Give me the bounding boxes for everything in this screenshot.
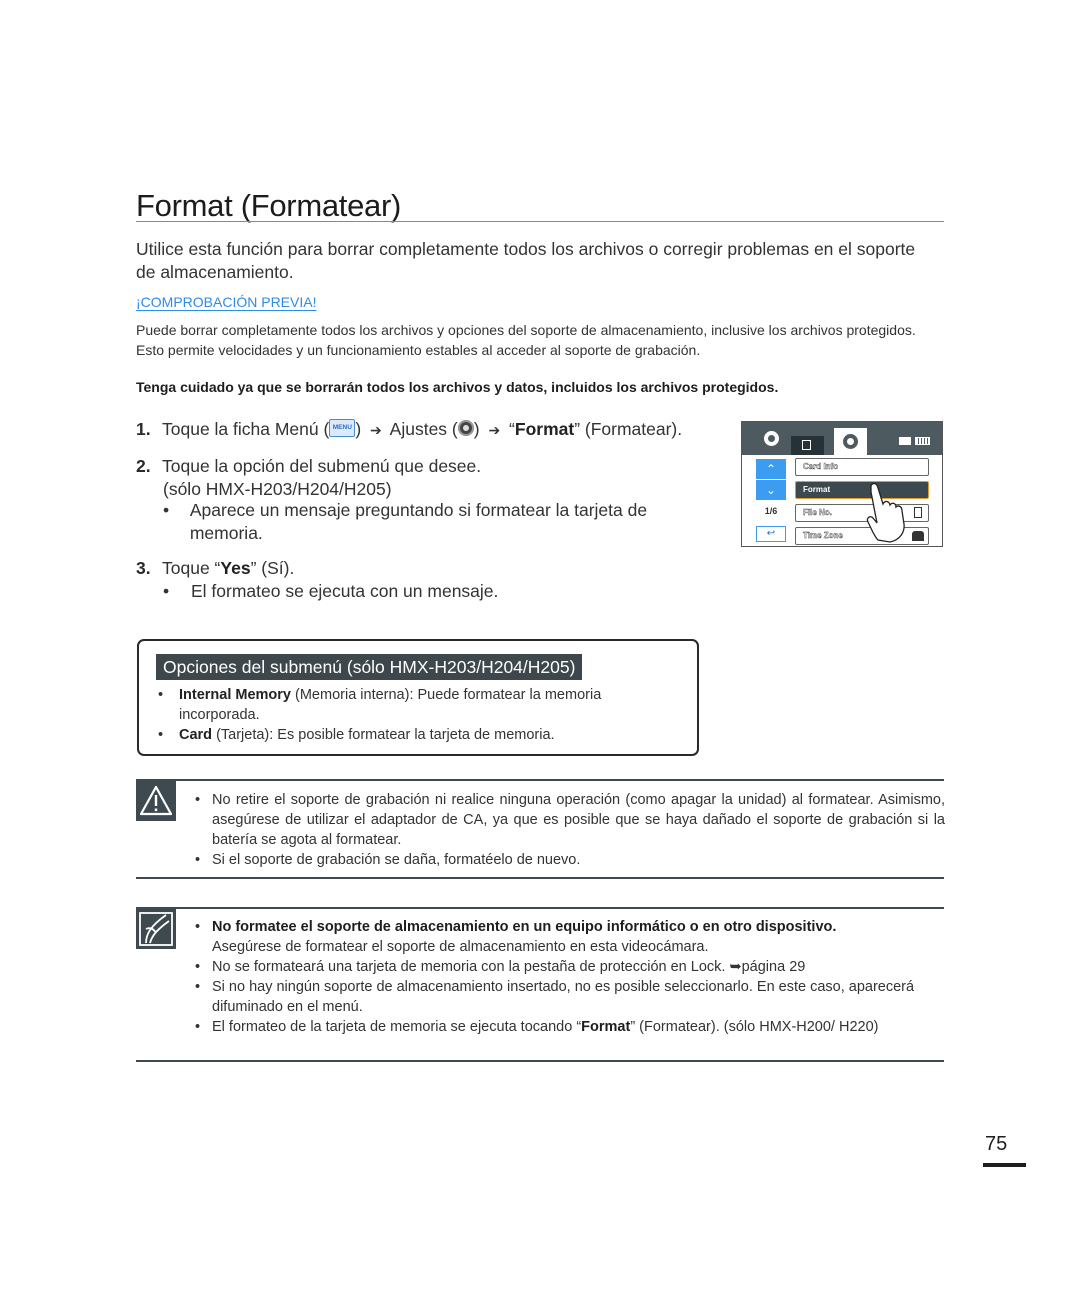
step-text: Toque la opción del submenú que desee. — [162, 456, 482, 476]
step-number: 2. — [136, 456, 151, 476]
settings-gear-icon — [457, 420, 474, 437]
menu-item-label: Format — [803, 485, 831, 494]
menu-item-label: File No. — [803, 508, 832, 517]
step-text: ) — [355, 419, 367, 439]
step-2: 2. Toque la opción del submenú que desee. — [136, 455, 481, 478]
scroll-down-button[interactable]: ⌄ — [756, 480, 786, 500]
note-item-text: El formateo de la tarjeta de memoria se … — [212, 1019, 582, 1035]
tab-settings[interactable] — [834, 428, 867, 455]
step-2-models: (sólo HMX-H203/H204/H205) — [163, 479, 392, 499]
step-text: ” (Formatear). — [574, 419, 683, 439]
battery-icon — [915, 437, 930, 445]
precheck-heading: ¡COMPROBACIÓN PREVIA! — [136, 294, 317, 310]
page-number-rule — [983, 1163, 1026, 1167]
step-number: 1. — [136, 419, 151, 439]
note-item-text: ” (Formatear). (sólo HMX-H200/ H220) — [630, 1019, 879, 1035]
memory-card-icon — [899, 437, 911, 445]
note-bottom-rule — [136, 1060, 944, 1062]
submenu-item-desc: (Tarjeta): Es posible formatear la tarje… — [212, 727, 555, 743]
submenu-item-name: Card — [179, 727, 213, 743]
note-item: El formateo de la tarjeta de memoria se … — [195, 1017, 945, 1037]
submenu-item-card: • Card (Tarjeta): Es posible formatear la… — [158, 727, 555, 743]
note-pencil-icon — [136, 909, 176, 949]
step-3-bullet: • El formateo se ejecuta con un mensaje. — [163, 581, 499, 601]
warning-note: No retire el soporte de grabación ni rea… — [195, 790, 945, 870]
step-3: 3. Toque “Yes” (Sí). — [136, 557, 294, 580]
step-2-bullet: • Aparece un mensaje preguntando si forma… — [163, 499, 703, 545]
screen-tab-bar — [742, 422, 942, 455]
submenu-item-name: Internal Memory — [179, 687, 291, 703]
submenu-item-internal-memory: • Internal Memory (Memoria interna): Pued… — [158, 687, 602, 723]
note-item: No formatee el soporte de almacenamiento… — [195, 917, 945, 957]
intro-paragraph: Utilice esta función para borrar complet… — [136, 239, 916, 282]
warning-item: No retire el soporte de grabación ni rea… — [195, 790, 945, 850]
scroll-up-button[interactable]: ⌃ — [756, 459, 786, 479]
precheck-warning: Tenga cuidado ya que se borrarán todos l… — [136, 379, 779, 395]
menu-list-icon — [802, 440, 811, 450]
touch-hand-icon — [866, 482, 905, 543]
yes-label: Yes — [220, 558, 251, 578]
warning-icon — [136, 781, 176, 821]
warning-item: Si el soporte de grabación se daña, form… — [195, 850, 945, 870]
bullet-text: Aparece un mensaje preguntando si format… — [189, 500, 648, 543]
menu-item-label: Card Info — [803, 462, 839, 471]
step-text: “ — [504, 419, 515, 439]
step-number: 3. — [136, 558, 151, 578]
info-note: No formatee el soporte de almacenamiento… — [195, 917, 945, 1037]
note-item: Si no hay ningún soporte de almacenamien… — [195, 977, 945, 1017]
step-text: ) — [473, 419, 485, 439]
step-text: ” (Sí). — [250, 558, 295, 578]
menu-icon: MENU — [329, 419, 356, 438]
note-item-text: Asegúrese de formatear el soporte de alm… — [212, 939, 709, 955]
tab-menu[interactable] — [791, 436, 824, 455]
page-number: 75 — [985, 1133, 1008, 1155]
note-item-bold: No formatee el soporte de almacenamiento… — [212, 919, 837, 935]
note-item: No se formateará una tarjeta de memoria … — [195, 957, 945, 977]
page-reference-link[interactable]: ➥página 29 — [729, 959, 805, 975]
step-text: Toque “ — [162, 558, 221, 578]
settings-gear-icon — [843, 434, 858, 449]
camera-screen-illustration: ⌃ ⌄ 1/6 ↩ Card Info Format File No. Time… — [741, 421, 943, 547]
note-item-text: No se formateará una tarjeta de memoria … — [212, 959, 730, 975]
page-indicator: 1/6 — [764, 506, 778, 516]
precheck-body: Puede borrar completamente todos los arc… — [136, 322, 916, 358]
page-title: Format (Formatear) — [136, 188, 402, 223]
step-text: Ajustes ( — [385, 419, 458, 439]
submenu-options-title: Opciones del submenú (sólo HMX-H203/H204… — [156, 654, 583, 680]
menu-item-label: Time Zone — [803, 531, 843, 540]
gear-icon — [764, 431, 779, 446]
step-text: Toque la ficha Menú ( — [162, 419, 330, 439]
warning-top-rule — [136, 779, 944, 781]
step-1: 1. Toque la ficha Menú (MENU) ➔ Ajustes (… — [136, 418, 682, 442]
arrow-right-icon: ➔ — [488, 422, 501, 438]
title-divider — [136, 221, 944, 222]
arrow-right-icon: ➔ — [370, 422, 382, 438]
format-label: Format — [514, 419, 575, 439]
file-number-icon — [914, 507, 922, 518]
menu-item-card-info[interactable]: Card Info — [795, 458, 929, 476]
note-top-rule — [136, 907, 944, 909]
back-button[interactable]: ↩ — [756, 526, 786, 542]
format-label: Format — [581, 1019, 631, 1035]
warning-bottom-rule — [136, 877, 944, 879]
bullet-text: El formateo se ejecuta con un mensaje. — [191, 581, 499, 601]
